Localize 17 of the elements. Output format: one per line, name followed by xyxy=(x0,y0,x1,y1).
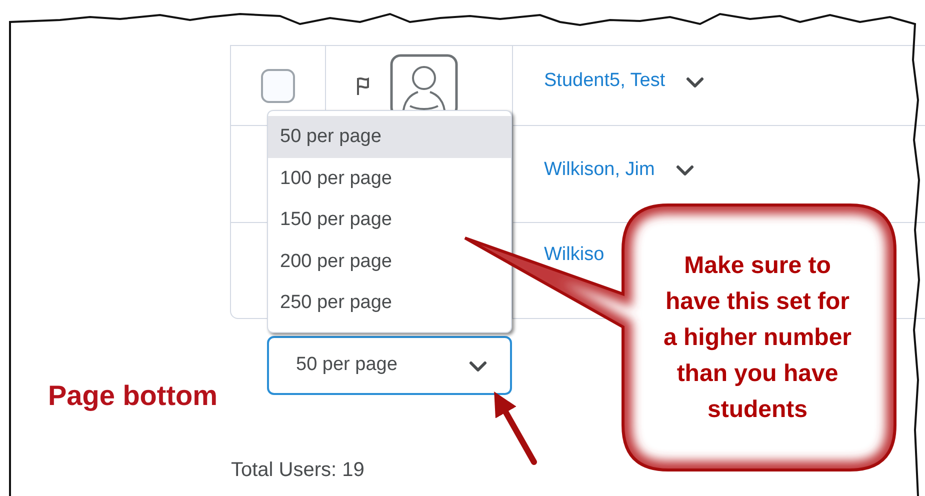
menu-option[interactable]: 150 per page xyxy=(268,199,511,240)
page-size-select[interactable]: 50 per page xyxy=(267,336,512,395)
chevron-icon xyxy=(468,358,488,372)
annotation-label: Page bottom xyxy=(48,379,218,413)
chevron-icon[interactable] xyxy=(674,163,695,177)
user-name-link[interactable]: Wilkison, Jim xyxy=(544,156,655,184)
menu-option[interactable]: 100 per page xyxy=(268,158,511,199)
checkbox[interactable] xyxy=(261,68,295,102)
menu-option[interactable]: 250 per page xyxy=(268,282,511,324)
callout-text: Make sure to have this set for a higher number than you have students xyxy=(662,251,853,425)
chevron-icon[interactable] xyxy=(685,74,706,88)
user-name-link[interactable]: Wilkiso xyxy=(544,241,604,270)
total-users-text: Total Users: 19 xyxy=(231,458,364,483)
menu-option[interactable]: 50 per page xyxy=(268,116,511,158)
menu-option[interactable]: 200 per page xyxy=(268,240,511,282)
user-name-link[interactable]: Student5, Test xyxy=(544,67,666,96)
flag-icon[interactable] xyxy=(356,76,370,96)
